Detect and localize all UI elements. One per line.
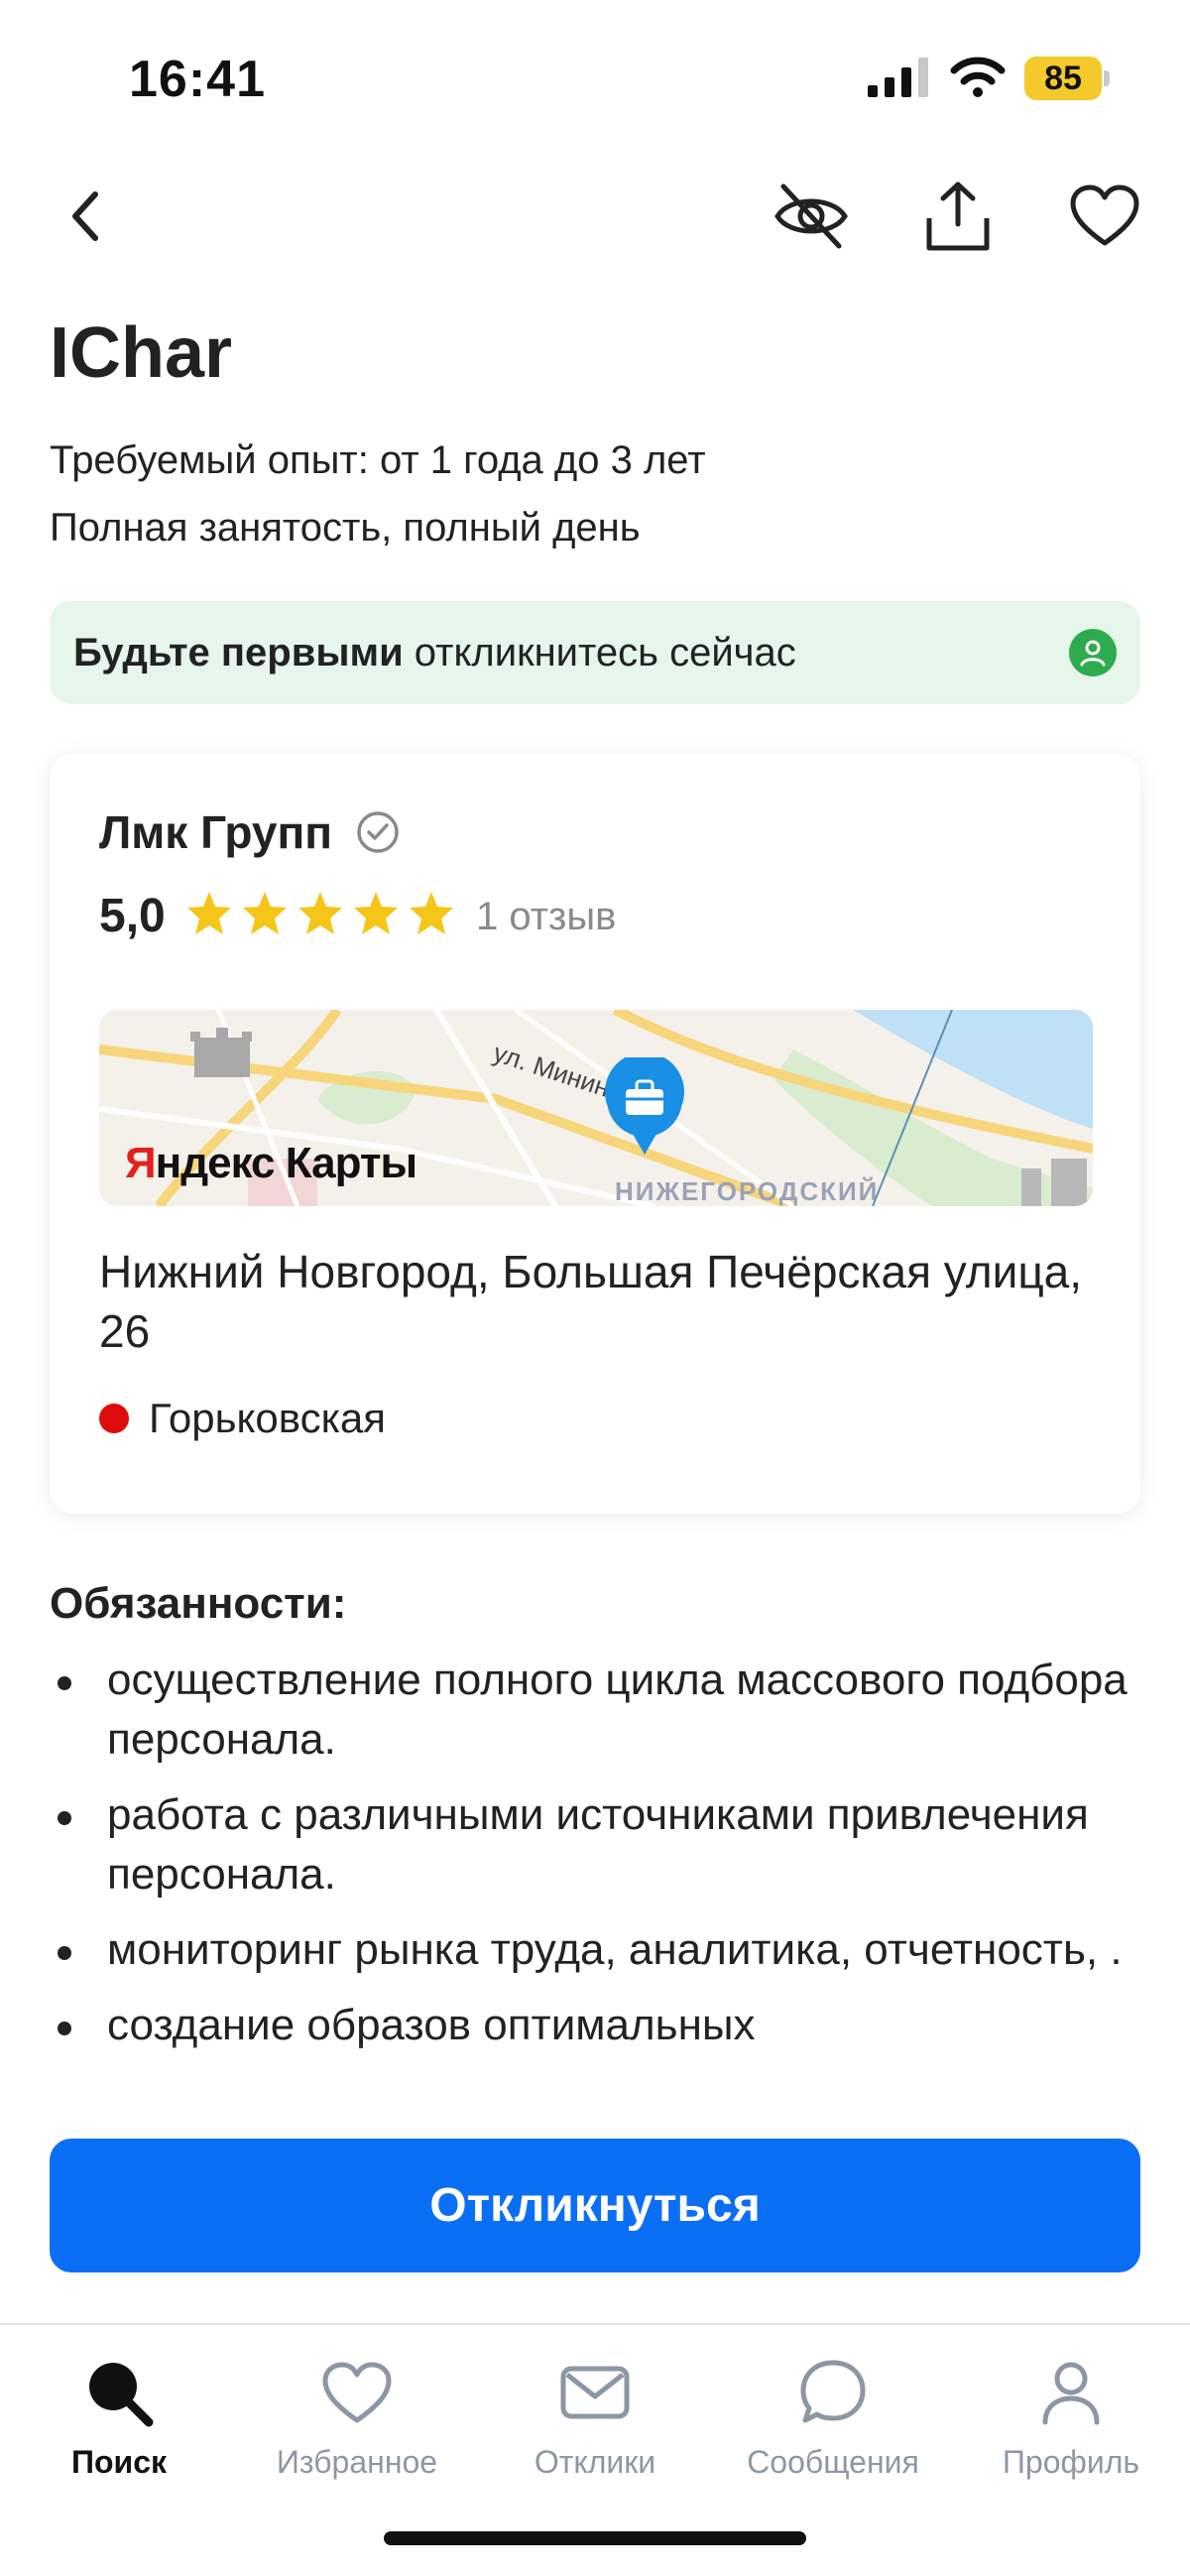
wifi-icon [950,57,1006,97]
list-item: осуществление полного цикла массового по… [50,1651,1140,1770]
person-icon [1042,2362,1100,2425]
status-bar: 16:41 85 [0,0,1190,149]
chat-bubble-icon [800,2360,866,2423]
back-button[interactable] [48,179,123,254]
home-indicator [384,2531,806,2545]
rating-stars [184,889,456,938]
duties-list: осуществление полного цикла массового по… [50,1651,1140,2087]
company-address: Нижний Новгород, Большая Печёрская улица… [99,1246,1083,1357]
star-icon [354,892,398,934]
apply-button[interactable]: Откликнуться [50,2139,1140,2272]
chevron-left-icon [72,191,98,241]
rating-value: 5,0 [99,890,166,942]
tab-label: Отклики [534,2444,656,2480]
tab-label: Поиск [70,2444,168,2480]
location-map[interactable]: ул. Минина НИЖЕГОРОДСКИЙ Яндекс Карты [99,1010,1093,1206]
banner-bold-text: Будьте первыми [73,631,404,675]
employment-type: Полная занятость, полный день [50,506,641,550]
map-district-label: НИЖЕГОРОДСКИЙ [615,1176,880,1206]
review-count[interactable]: 1 отзыв [476,895,616,939]
duties-heading: Обязанности: [50,1579,347,1628]
tab-messages[interactable]: Сообщения [714,2345,952,2494]
share-icon [926,182,990,251]
company-name[interactable]: Лмк Групп [99,805,332,859]
banner-text: Будьте первыми откликнитесь сейчас [73,631,796,675]
verified-check-icon [357,811,399,853]
hide-vacancy-button[interactable] [774,179,849,254]
tab-label: Избранное [276,2444,438,2480]
metro-station-name: Горьковская [149,1395,386,1441]
star-icon [187,892,231,934]
eye-off-icon [774,184,848,249]
experience-requirement: Требуемый опыт: от 1 года до 3 лет [50,438,706,482]
yandex-maps-logo: Яндекс Карты [125,1139,417,1187]
list-item: мониторинг рынка труда, аналитика, отчет… [50,1920,1140,1980]
battery-level: 85 [1024,57,1102,100]
scroll-fade [0,2043,1190,2087]
heart-icon [322,2362,392,2423]
company-card[interactable]: Лмк Групп 5,0 1 отзыв ул. Минина НИЖЕГОР… [50,754,1140,1514]
tab-label: Сообщения [747,2444,919,2480]
vacancy-title: IChar [50,313,233,393]
battery-icon: 85 [1024,57,1110,100]
be-first-banner: Будьте первыми откликнитесь сейчас [50,601,1140,704]
envelope-icon [560,2366,630,2419]
metro-station: Горьковская [99,1395,386,1442]
cellular-signal-icon [868,58,928,97]
person-badge-icon [1069,629,1117,676]
office-location-pin-icon[interactable] [600,1057,689,1157]
tab-responses[interactable]: Отклики [476,2345,714,2494]
share-button[interactable] [920,179,996,254]
metro-line-dot-icon [99,1404,129,1433]
banner-regular-text: откликнитесь сейчас [403,631,796,675]
star-icon [243,892,287,934]
search-icon [89,2363,154,2427]
top-navigation [0,159,1190,268]
tab-favorites[interactable]: Избранное [238,2345,476,2494]
star-icon [298,892,342,934]
favorite-button[interactable] [1067,179,1142,254]
star-icon [410,892,453,934]
tab-profile[interactable]: Профиль [952,2345,1190,2494]
status-time: 16:41 [129,51,266,108]
heart-icon [1070,184,1139,246]
tab-search[interactable]: Поиск [0,2345,238,2494]
list-item: работа с различными источниками привлече… [50,1785,1140,1904]
tab-label: Профиль [1002,2444,1140,2480]
